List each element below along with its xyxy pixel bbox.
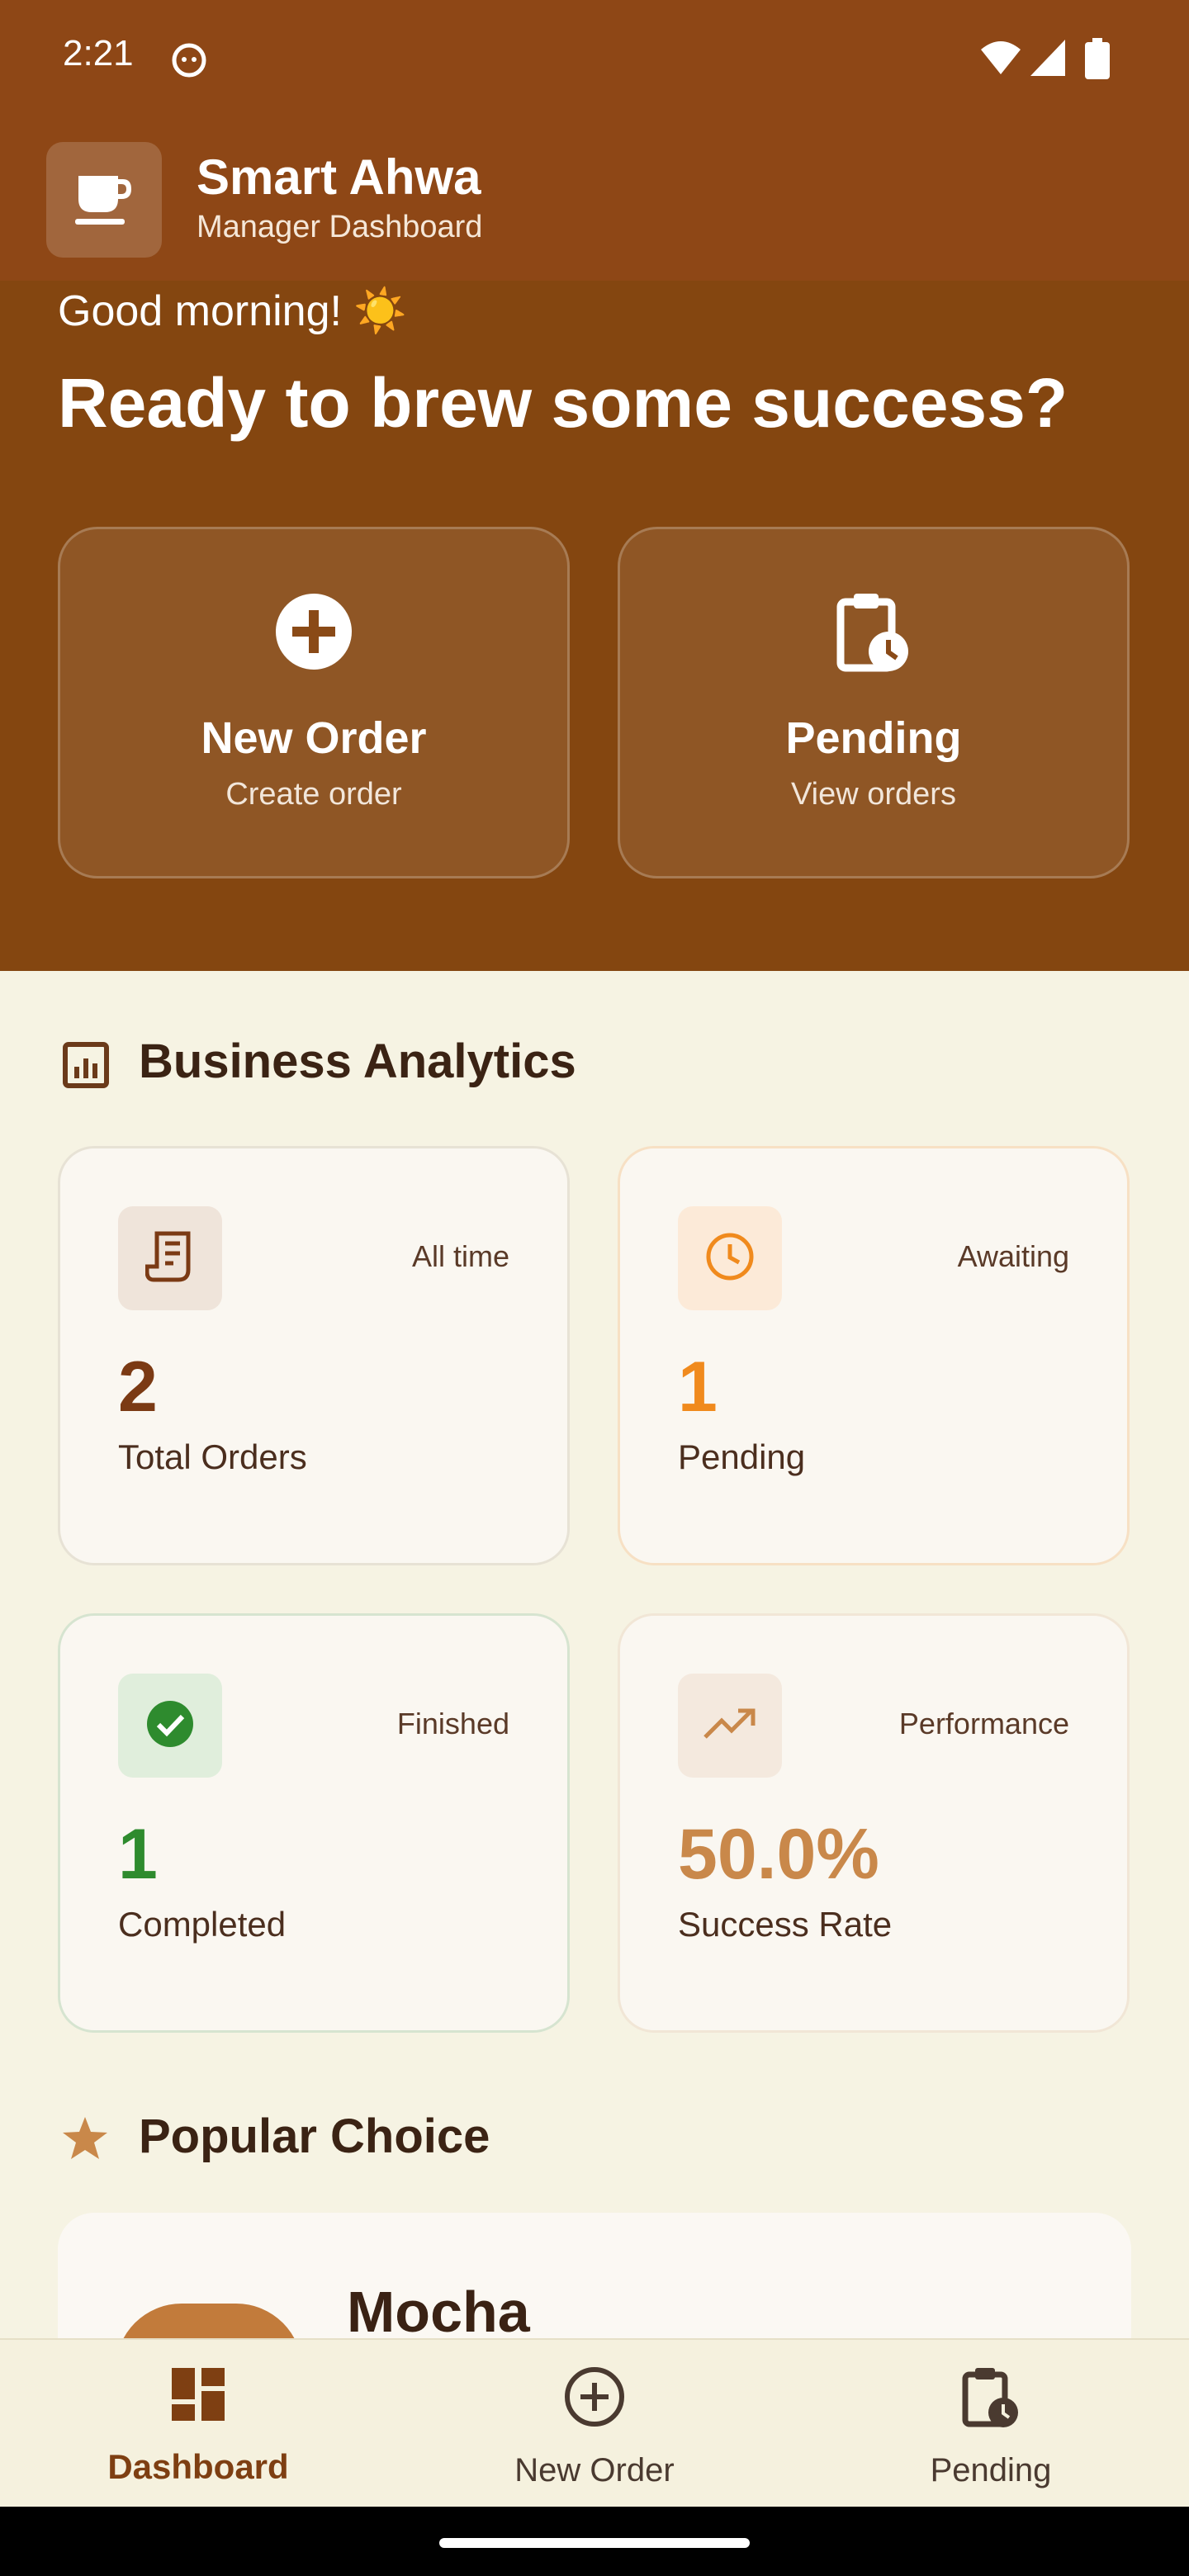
stat-card-success-rate[interactable]: Performance 50.0% Success Rate <box>618 1613 1130 2033</box>
stat-card-total-orders[interactable]: All time 2 Total Orders <box>58 1146 570 1565</box>
status-app-icon <box>172 43 206 78</box>
stat-value: 2 <box>118 1347 158 1427</box>
nav-pending[interactable]: Pending <box>793 2340 1189 2508</box>
stat-value: 1 <box>678 1347 718 1427</box>
greeting-text: Good morning! ☀️ <box>58 287 408 335</box>
trending-up-icon <box>703 1707 756 1745</box>
stat-icon-box <box>678 1674 782 1778</box>
popular-item-name: Mocha <box>347 2280 530 2344</box>
coffee-cup-icon <box>75 171 133 230</box>
dashboard-icon <box>170 2366 226 2432</box>
stat-label: Completed <box>118 1905 287 1944</box>
stat-icon-box <box>118 1206 222 1310</box>
system-gesture-bar <box>0 2507 1189 2576</box>
clock-icon <box>704 1231 756 1286</box>
analytics-title: Business Analytics <box>139 1035 576 1088</box>
nav-dashboard[interactable]: Dashboard <box>0 2340 396 2508</box>
stat-value: 50.0% <box>678 1815 879 1894</box>
stat-tag: Finished <box>396 1707 509 1740</box>
receipt-icon <box>144 1230 195 1287</box>
stat-tag: Performance <box>898 1707 1069 1740</box>
pending-card-subtitle: View orders <box>791 777 956 812</box>
app-subtitle: Manager Dashboard <box>197 210 483 244</box>
bottom-navigation: Dashboard New Order Pending <box>0 2338 1189 2508</box>
nav-new-order-label: New Order <box>514 2452 675 2488</box>
stat-tag: All time <box>411 1239 509 1273</box>
stat-value: 1 <box>118 1815 158 1894</box>
clipboard-clock-icon <box>962 2366 1020 2432</box>
home-gesture-handle[interactable] <box>439 2538 750 2548</box>
new-order-card-title: New Order <box>201 713 427 763</box>
add-circle-outline-icon <box>564 2366 625 2432</box>
nav-pending-label: Pending <box>930 2452 1052 2488</box>
pending-card[interactable]: Pending View orders <box>618 527 1130 878</box>
status-time: 2:21 <box>63 33 134 73</box>
stat-label: Success Rate <box>678 1905 893 1944</box>
wifi-icon <box>979 40 1022 80</box>
stat-label: Total Orders <box>118 1437 307 1476</box>
app-logo <box>46 142 162 258</box>
add-circle-icon <box>274 592 353 675</box>
nav-new-order[interactable]: New Order <box>396 2340 793 2508</box>
stat-tag: Awaiting <box>957 1239 1069 1273</box>
app-title: Smart Ahwa <box>197 149 481 205</box>
stat-label: Pending <box>678 1437 806 1476</box>
check-circle-icon <box>145 1699 195 1753</box>
star-icon <box>61 2115 109 2166</box>
stat-card-pending[interactable]: Awaiting 1 Pending <box>618 1146 1130 1565</box>
stat-card-completed[interactable]: Finished 1 Completed <box>58 1613 570 2033</box>
hero-headline: Ready to brew some success? <box>58 364 1068 442</box>
pending-card-title: Pending <box>785 713 962 763</box>
nav-dashboard-label: Dashboard <box>107 2447 289 2486</box>
stat-icon-box <box>678 1206 782 1310</box>
new-order-card[interactable]: New Order Create order <box>58 527 570 878</box>
signal-icon <box>1030 40 1065 80</box>
popular-title: Popular Choice <box>139 2110 490 2163</box>
new-order-card-subtitle: Create order <box>225 777 402 812</box>
clipboard-clock-icon <box>836 592 912 675</box>
battery-icon <box>1085 38 1110 83</box>
analytics-icon <box>63 1042 109 1092</box>
stat-icon-box <box>118 1674 222 1778</box>
